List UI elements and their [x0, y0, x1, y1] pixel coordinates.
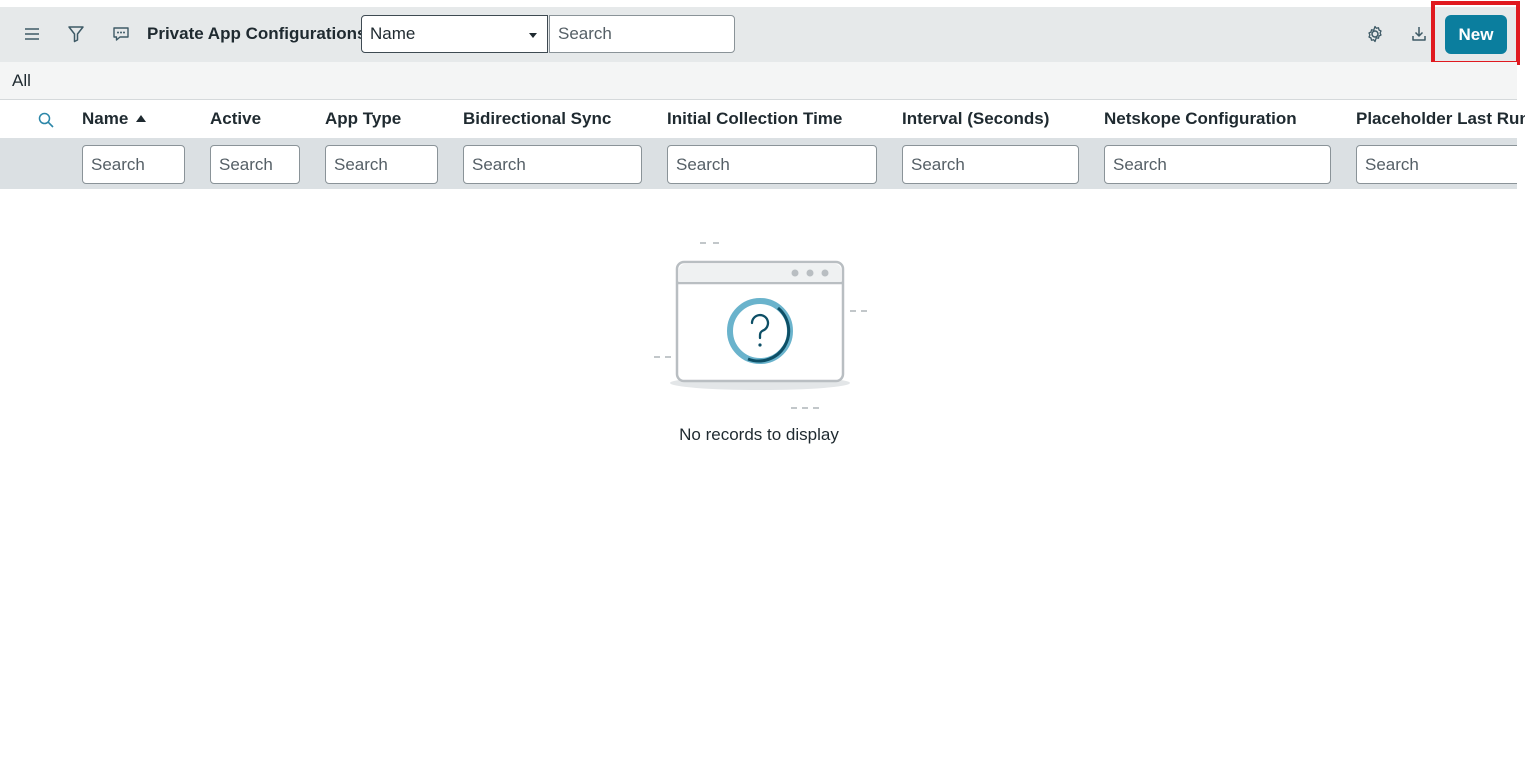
column-header-bidirectional-sync[interactable]: Bidirectional Sync	[463, 109, 611, 129]
column-label: Name	[82, 109, 129, 128]
table-header-row: Name Active App Type Bidirectional Sync …	[0, 100, 1525, 138]
column-search-netskope-configuration[interactable]	[1104, 145, 1331, 184]
column-header-placeholder-last-run[interactable]: Placeholder Last Run	[1356, 109, 1525, 129]
column-search-placeholder-last-run[interactable]	[1356, 145, 1517, 184]
search-input[interactable]	[549, 15, 735, 53]
column-search-active[interactable]	[210, 145, 300, 184]
sort-ascending-icon	[136, 115, 147, 122]
column-search-initial-collection-time[interactable]	[667, 145, 877, 184]
filter-icon[interactable]	[62, 20, 90, 48]
new-button[interactable]: New	[1445, 15, 1507, 54]
comment-icon[interactable]	[107, 20, 135, 48]
column-search-name[interactable]	[82, 145, 185, 184]
page-title: Private App Configurations	[147, 24, 367, 43]
empty-state-illustration	[650, 236, 875, 411]
column-search-app-type[interactable]	[325, 145, 438, 184]
search-field-value: Name	[370, 24, 416, 43]
column-search-bidirectional-sync[interactable]	[463, 145, 642, 184]
column-header-app-type[interactable]: App Type	[325, 109, 401, 129]
column-search-row	[0, 138, 1517, 189]
column-header-active[interactable]: Active	[210, 109, 261, 129]
search-icon[interactable]	[32, 106, 60, 134]
menu-icon[interactable]	[18, 20, 46, 48]
breadcrumb: All	[0, 62, 1517, 100]
column-header-interval[interactable]: Interval (Seconds)	[902, 109, 1049, 129]
column-header-netskope-configuration[interactable]: Netskope Configuration	[1104, 109, 1297, 129]
column-header-initial-collection-time[interactable]: Initial Collection Time	[667, 109, 842, 129]
gear-icon[interactable]	[1361, 20, 1389, 48]
breadcrumb-all[interactable]: All	[12, 71, 31, 91]
empty-state-message: No records to display	[679, 425, 839, 444]
download-icon[interactable]	[1405, 20, 1433, 48]
column-search-interval[interactable]	[902, 145, 1079, 184]
search-field-select[interactable]: Name	[361, 15, 548, 53]
list-header: Private App Configurations Name New	[0, 7, 1517, 62]
chevron-down-icon	[529, 33, 537, 38]
column-header-name[interactable]: Name	[82, 109, 147, 129]
